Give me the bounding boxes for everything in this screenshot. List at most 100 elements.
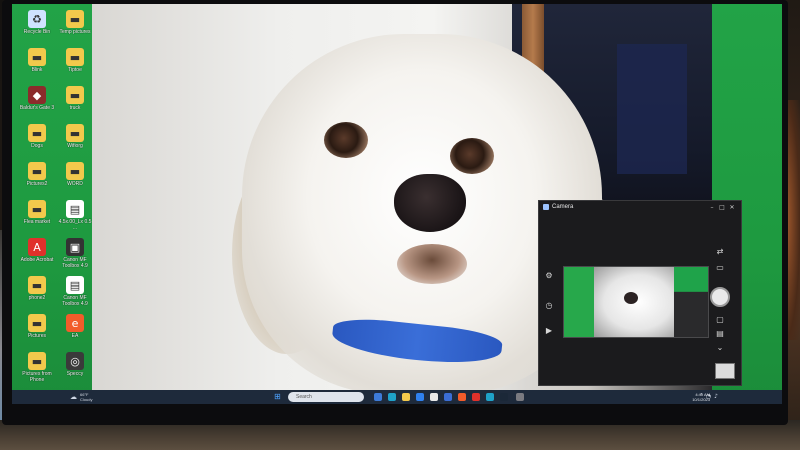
maximize-button[interactable]: □ <box>717 204 727 211</box>
camera-taskbar-icon[interactable] <box>516 393 524 401</box>
monitor-screen: ♻Recycle Bin▬Temp pictures◉Steam▬Blink▬T… <box>12 4 782 404</box>
weather-text: 66°F Cloudy <box>80 392 92 402</box>
camera-app-icon <box>543 204 549 210</box>
last-capture-thumbnail[interactable] <box>715 363 735 379</box>
desktop-icon[interactable]: ▤ 4.5x.00_Lx 0.5 ... <box>56 200 94 231</box>
camera-left-controls: ⚙ ◷ ▶ <box>542 271 556 341</box>
game-icon: ◆ <box>28 86 46 104</box>
desktop-icon[interactable]: ▤ Canon MF Toolbox 4.9 <box>56 276 94 307</box>
dog-left-eye <box>324 122 368 158</box>
ea-taskbar-icon[interactable] <box>458 393 466 401</box>
desktop-icon-label: Canon MF Toolbox 4.9 <box>62 295 88 307</box>
desktop-icon-label: Pictures2 <box>26 181 48 187</box>
desktop-icon[interactable]: ▬ Blink <box>18 48 56 73</box>
canon-icon: ▣ <box>66 238 84 256</box>
folder-icon: ▬ <box>28 162 46 180</box>
mail-icon[interactable] <box>430 393 438 401</box>
desktop-icon-label: Blink <box>31 67 43 73</box>
folder-icon: ▬ <box>66 124 84 142</box>
folder-icon: ▬ <box>28 124 46 142</box>
taskbar: ☁ 66°F Cloudy ⊞ Search ˄ ◔ ♪ 4:40 AM 10/… <box>12 390 782 404</box>
taskbar-search-box[interactable]: Search <box>288 392 364 402</box>
document-icon: ▤ <box>66 200 84 218</box>
speaker-icon[interactable]: ♪ <box>714 393 718 400</box>
acrobat-taskbar-icon[interactable] <box>472 393 480 401</box>
desktop-icon[interactable]: A Adobe Acrobat <box>18 238 56 263</box>
file-explorer-icon[interactable] <box>402 393 410 401</box>
desktop-icon[interactable]: ▬ truck <box>56 86 94 111</box>
desktop-icon-label: EA <box>71 333 79 339</box>
search-placeholder: Search <box>296 394 312 400</box>
timer-icon[interactable]: ◷ <box>544 301 554 311</box>
steam-taskbar-icon[interactable] <box>500 393 508 401</box>
close-button[interactable]: ✕ <box>727 204 737 211</box>
preview-dog-nose <box>624 292 638 304</box>
desktop-icon-label: Speccy <box>66 371 84 377</box>
desktop-icon[interactable]: ▬ WORD <box>56 162 94 187</box>
preview-right-area <box>674 267 708 337</box>
desktop-icon-label: Pictures <box>27 333 47 339</box>
acrobat-icon: A <box>28 238 46 256</box>
folder-icon: ▬ <box>28 314 46 332</box>
cloud-icon: ☁ <box>70 393 77 401</box>
dog-mouth <box>397 244 467 284</box>
desktop-icon-label: Flea market <box>23 219 51 225</box>
desktop-icon[interactable]: ▬ Pictures <box>18 314 56 339</box>
desktop-icon-label: WORD <box>67 181 83 187</box>
desktop-icon[interactable]: ♻ Recycle Bin <box>18 10 56 35</box>
ea-icon: e <box>66 314 84 332</box>
chevron-down-icon[interactable]: ⌄ <box>715 343 725 353</box>
settings-gear-icon[interactable]: ⚙ <box>544 271 554 281</box>
weather-desc: Cloudy <box>80 397 93 402</box>
store-icon[interactable] <box>416 393 424 401</box>
desktop-icon[interactable]: ▬ Pictures2 <box>18 162 56 187</box>
play-icon[interactable]: ▶ <box>544 326 554 336</box>
preview-wallpaper <box>564 267 594 337</box>
desktop-icon[interactable]: ▬ Tiptoe <box>56 48 94 73</box>
clock-date: 10/1/2023 <box>692 397 710 402</box>
desktop-icon-label: truck <box>69 105 81 111</box>
monitor-bezel: ♻Recycle Bin▬Temp pictures◉Steam▬Blink▬T… <box>2 0 788 425</box>
document-mode-icon[interactable]: ▤ <box>715 329 725 339</box>
photo-mode-icon[interactable]: ▭ <box>715 263 725 273</box>
folder-icon: ▬ <box>66 86 84 104</box>
desktop-icon-label: Recycle Bin <box>23 29 51 35</box>
camera-app-window[interactable]: Camera – □ ✕ ⚙ ◷ ▶ ⇄ ▭ ▢ ▤ ⌄ <box>538 200 742 386</box>
taskbar-clock[interactable]: 4:40 AM 10/1/2023 <box>692 392 710 402</box>
desktop-icon[interactable]: ◆ Baldur's Gate 3 <box>18 86 56 111</box>
desktop-icon[interactable]: ▬ Wifiorg <box>56 124 94 149</box>
desktop-icon[interactable]: ▬ Pictures from Phone <box>18 352 56 383</box>
folder-icon: ▬ <box>28 276 46 294</box>
desktop-icon[interactable]: ▬ Temp pictures <box>56 10 94 35</box>
folder-icon: ▬ <box>28 48 46 66</box>
desktop-icon[interactable]: ▬ Flea market <box>18 200 56 225</box>
dog-nose <box>394 174 466 232</box>
desktop-icon-label: Pictures from Phone <box>22 371 52 383</box>
minimize-button[interactable]: – <box>707 204 717 211</box>
camera-titlebar[interactable]: Camera – □ ✕ <box>539 201 741 213</box>
recycle-bin-icon: ♻ <box>28 10 46 28</box>
desktop-icon-label: Canon MF Toolbox 4.9 <box>62 257 88 269</box>
windows-start-icon[interactable]: ⊞ <box>274 393 282 401</box>
desktop-icon-label: Tiptoe <box>68 67 82 73</box>
edge-taskbar-icon[interactable] <box>388 393 396 401</box>
folder-icon: ▬ <box>66 48 84 66</box>
desktop-icon[interactable]: e EA <box>56 314 94 339</box>
document-icon: ▤ <box>66 276 84 294</box>
shutter-button[interactable] <box>710 287 730 307</box>
chrome-taskbar-icon[interactable] <box>486 393 494 401</box>
word-icon[interactable] <box>444 393 452 401</box>
video-mode-icon[interactable]: ▢ <box>715 315 725 325</box>
desktop-icon-label: 4.5x.00_Lx 0.5 ... <box>58 219 92 231</box>
folder-icon: ▬ <box>66 10 84 28</box>
desktop-icon[interactable]: ◎ Speccy <box>56 352 94 377</box>
desktop-icon[interactable]: ▣ Canon MF Toolbox 4.9 <box>56 238 94 269</box>
switch-camera-icon[interactable]: ⇄ <box>715 247 725 257</box>
desktop-icon-label: phone2 <box>28 295 46 301</box>
desktop-icon[interactable]: ▬ Dogs <box>18 124 56 149</box>
task-view-icon[interactable] <box>374 393 382 401</box>
weather-widget[interactable]: ☁ 66°F Cloudy <box>70 392 92 402</box>
desktop-icon-label: Temp pictures <box>59 29 91 35</box>
desktop-icon[interactable]: ▬ phone2 <box>18 276 56 301</box>
desktop-icon-label: Baldur's Gate 3 <box>19 105 55 111</box>
